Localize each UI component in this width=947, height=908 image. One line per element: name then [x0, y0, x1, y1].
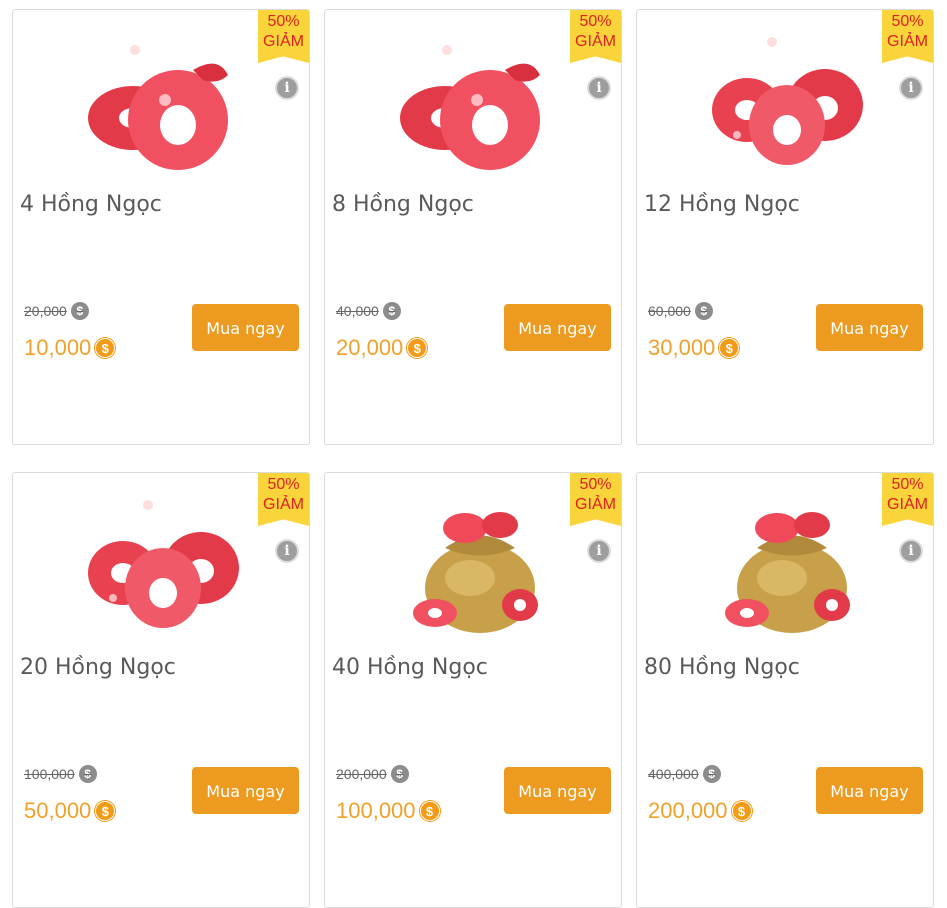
product-card: 50% GIẢM i 12 Hồng Ngọc 60,000 $ 30,000 … — [636, 9, 934, 445]
discount-percent: 50% — [267, 13, 300, 30]
old-price: 40,000 $ — [336, 302, 401, 320]
buy-now-button[interactable]: Mua ngay — [816, 767, 923, 814]
new-price: 100,000 $ — [336, 798, 440, 824]
coin-orange-icon: $ — [95, 801, 116, 821]
discount-ribbon: 50% GIẢM — [258, 473, 309, 526]
old-price: 20,000 $ — [24, 302, 89, 320]
discount-percent: 50% — [579, 476, 612, 493]
buy-now-button[interactable]: Mua ngay — [192, 767, 299, 814]
info-icon[interactable]: i — [899, 539, 923, 563]
new-price-value: 100,000 — [336, 798, 416, 823]
discount-label: GIẢM — [575, 33, 616, 50]
product-card: 50% GIẢM i 4 Hồng Ngọc 20,000 $ 10,000 $… — [12, 9, 310, 445]
old-price-value: 200,000 — [336, 766, 387, 782]
ruby-coins-pair-icon — [73, 30, 253, 180]
old-price-value: 400,000 — [648, 766, 699, 782]
product-title: 20 Hồng Ngọc — [20, 655, 176, 680]
info-icon[interactable]: i — [587, 539, 611, 563]
discount-label: GIẢM — [575, 496, 616, 513]
new-price-value: 200,000 — [648, 798, 728, 823]
discount-label: GIẢM — [887, 33, 928, 50]
product-card: 50% GIẢM i 8 Hồng Ngọc 40,000 $ 20,000 $… — [324, 9, 622, 445]
coin-orange-icon: $ — [95, 338, 116, 358]
product-grid: 50% GIẢM i 4 Hồng Ngọc 20,000 $ 10,000 $… — [12, 9, 935, 908]
new-price-value: 20,000 — [336, 335, 404, 360]
new-price: 200,000 $ — [648, 798, 752, 824]
coin-gray-icon: $ — [702, 765, 721, 783]
product-title: 12 Hồng Ngọc — [644, 192, 800, 217]
new-price-value: 50,000 — [24, 798, 92, 823]
buy-now-button[interactable]: Mua ngay — [192, 304, 299, 351]
new-price: 30,000 $ — [648, 335, 740, 361]
new-price-value: 10,000 — [24, 335, 92, 360]
coin-orange-icon: $ — [419, 801, 440, 821]
product-title: 80 Hồng Ngọc — [644, 655, 800, 680]
old-price: 100,000 $ — [24, 765, 97, 783]
coin-gray-icon: $ — [70, 302, 89, 320]
new-price: 10,000 $ — [24, 335, 116, 361]
product-card: 50% GIẢM i 20 Hồng Ngọc 100,000 $ 50,000… — [12, 472, 310, 908]
discount-label: GIẢM — [887, 496, 928, 513]
discount-ribbon: 50% GIẢM — [882, 10, 933, 63]
product-title: 4 Hồng Ngọc — [20, 192, 162, 217]
info-icon[interactable]: i — [275, 539, 299, 563]
product-title: 40 Hồng Ngọc — [332, 655, 488, 680]
old-price-value: 60,000 — [648, 303, 691, 319]
coin-gray-icon: $ — [382, 302, 401, 320]
old-price-value: 20,000 — [24, 303, 67, 319]
ruby-coins-trio-icon — [697, 30, 877, 180]
discount-percent: 50% — [891, 476, 924, 493]
new-price: 50,000 $ — [24, 798, 116, 824]
coin-orange-icon: $ — [731, 801, 752, 821]
new-price-value: 30,000 — [648, 335, 716, 360]
old-price-value: 100,000 — [24, 766, 75, 782]
new-price: 20,000 $ — [336, 335, 428, 361]
product-card: 50% GIẢM i 40 Hồng Ngọc 200,000 $ 100,00… — [324, 472, 622, 908]
info-icon[interactable]: i — [275, 76, 299, 100]
coin-gray-icon: $ — [78, 765, 97, 783]
discount-label: GIẢM — [263, 496, 304, 513]
info-icon[interactable]: i — [587, 76, 611, 100]
product-title: 8 Hồng Ngọc — [332, 192, 474, 217]
old-price: 200,000 $ — [336, 765, 409, 783]
coin-orange-icon: $ — [407, 338, 428, 358]
product-card: 50% GIẢM i 80 Hồng Ngọc 400,000 $ 200,00… — [636, 472, 934, 908]
ruby-gold-bag-icon — [385, 493, 565, 643]
discount-ribbon: 50% GIẢM — [258, 10, 309, 63]
buy-now-button[interactable]: Mua ngay — [816, 304, 923, 351]
old-price-value: 40,000 — [336, 303, 379, 319]
old-price: 60,000 $ — [648, 302, 713, 320]
discount-percent: 50% — [579, 13, 612, 30]
discount-ribbon: 50% GIẢM — [570, 473, 621, 526]
ruby-gold-bag-icon — [697, 493, 877, 643]
ruby-coins-trio-icon — [73, 493, 253, 643]
info-icon[interactable]: i — [899, 76, 923, 100]
discount-ribbon: 50% GIẢM — [570, 10, 621, 63]
discount-ribbon: 50% GIẢM — [882, 473, 933, 526]
coin-gray-icon: $ — [694, 302, 713, 320]
old-price: 400,000 $ — [648, 765, 721, 783]
buy-now-button[interactable]: Mua ngay — [504, 304, 611, 351]
coin-gray-icon: $ — [390, 765, 409, 783]
coin-orange-icon: $ — [719, 338, 740, 358]
buy-now-button[interactable]: Mua ngay — [504, 767, 611, 814]
discount-label: GIẢM — [263, 33, 304, 50]
discount-percent: 50% — [267, 476, 300, 493]
discount-percent: 50% — [891, 13, 924, 30]
ruby-coins-pair-icon — [385, 30, 565, 180]
